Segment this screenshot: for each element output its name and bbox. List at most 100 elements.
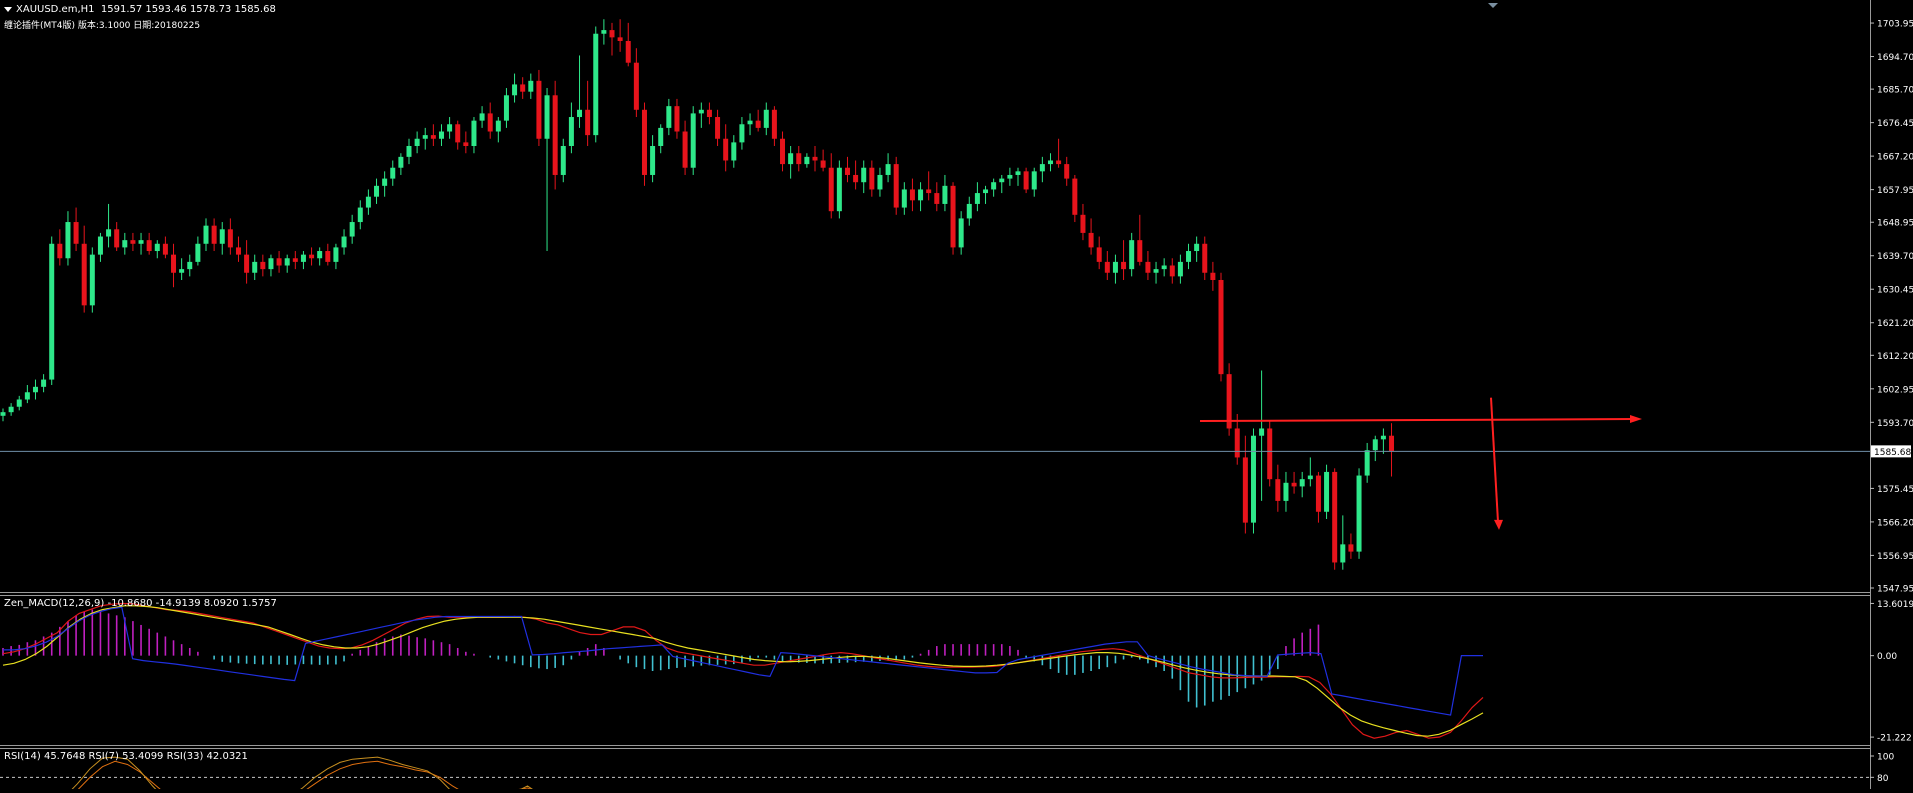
candle-body: [666, 106, 672, 128]
resistance-line[interactable]: [1199, 418, 1636, 423]
candle-body: [97, 236, 103, 255]
candle-body: [268, 258, 274, 270]
price-axis-tick-label: 1703.95: [1877, 20, 1913, 30]
candle-body: [853, 174, 859, 183]
candle-body: [374, 185, 380, 197]
candle-body: [731, 142, 737, 161]
candle-body: [650, 145, 656, 175]
candle-body: [89, 254, 95, 306]
candle-body: [1129, 240, 1135, 270]
candle-body: [162, 243, 168, 255]
candle-body: [1299, 479, 1305, 487]
candle-body: [1259, 428, 1265, 436]
candle-body: [333, 247, 339, 262]
candle-body: [544, 95, 550, 139]
candle-body: [926, 189, 932, 194]
candle-body: [1112, 261, 1118, 273]
candle-body: [1291, 482, 1297, 487]
candle-body: [0, 412, 6, 416]
candle-body: [1372, 439, 1378, 451]
price-axis-tick-label: 1575.45: [1877, 485, 1913, 495]
candle-body: [983, 189, 989, 194]
candle-body: [1332, 471, 1338, 563]
candle-body: [934, 193, 940, 204]
candle-body: [16, 399, 22, 407]
candle-body: [41, 379, 47, 387]
candle-body: [65, 222, 71, 259]
candle-body: [877, 174, 883, 190]
candle-body: [763, 109, 769, 128]
candle-body: [780, 138, 786, 165]
price-axis-tick-label: 1657.95: [1877, 186, 1913, 196]
candle-body: [893, 164, 899, 208]
price-axis-tick-label: 1676.45: [1877, 119, 1913, 129]
candle-body: [528, 80, 534, 92]
candle-body: [901, 189, 907, 208]
candle-body: [1364, 450, 1370, 476]
candle-body: [1234, 428, 1240, 458]
candle-body: [1064, 164, 1070, 179]
candle-body: [788, 153, 794, 165]
candle-body: [520, 84, 526, 92]
candle-body: [1056, 160, 1062, 165]
down-arrow-line[interactable]: [1490, 397, 1499, 522]
candle-body: [617, 37, 623, 41]
candle-body: [1307, 475, 1313, 480]
candle-body: [812, 156, 818, 161]
candle-body: [260, 261, 266, 270]
price-axis-tick-label: 1648.95: [1877, 219, 1913, 229]
candle-body: [138, 240, 144, 244]
candle-body: [974, 193, 980, 204]
candle-body: [349, 222, 355, 237]
candle-body: [1315, 475, 1321, 512]
candle-body: [1047, 160, 1053, 165]
candle-body: [106, 229, 112, 237]
candle-body: [1039, 164, 1045, 172]
candle-body: [1275, 479, 1281, 501]
candle-body: [471, 120, 477, 146]
candle-body: [1202, 243, 1208, 273]
price-axis-tick-label: 1667.20: [1877, 153, 1913, 163]
candle-body: [276, 258, 282, 266]
candle-body: [674, 106, 680, 132]
macd-axis-tick-label: -21.222: [1877, 734, 1912, 744]
rsi-indicator-title: RSI(14) 45.7648 RSI(7) 53.4099 RSI(33) 4…: [4, 751, 248, 762]
candle-body: [1210, 272, 1216, 280]
candle-body: [1096, 247, 1102, 262]
candle-body: [49, 243, 55, 380]
candle-body: [1007, 174, 1013, 179]
candle-body: [1356, 475, 1362, 552]
candle-body: [414, 138, 420, 146]
candle-body: [609, 30, 615, 38]
macd-indicator-title: Zen_MACD(12,26,9) -10.8680 -14.9139 8.09…: [4, 598, 277, 609]
candle-body: [479, 113, 485, 121]
shift-marker-icon[interactable]: [1488, 3, 1498, 8]
candle-body: [690, 113, 696, 168]
price-axis-tick-label: 1612.20: [1877, 352, 1913, 362]
candle-body: [1072, 178, 1078, 215]
candle-body: [503, 95, 509, 121]
candle-body: [24, 392, 30, 400]
candle-body: [1340, 544, 1346, 563]
candle-body: [447, 124, 453, 132]
candle-body: [593, 33, 599, 136]
chart-header: XAUUSD.em,H1 1591.57 1593.46 1578.73 158…: [4, 4, 276, 15]
candle-body: [32, 386, 38, 393]
candle-body: [885, 164, 891, 175]
candle-body: [1283, 482, 1289, 501]
collapse-triangle-icon[interactable]: [4, 6, 12, 12]
candle-body: [398, 156, 404, 168]
candle-body: [909, 189, 915, 201]
candle-body: [1088, 232, 1094, 248]
candle-body: [512, 84, 518, 96]
candle-body: [406, 145, 412, 157]
candle-body: [1104, 261, 1110, 273]
ohlc-readout: 1591.57 1593.46 1578.73 1585.68: [100, 4, 276, 15]
price-axis-tick-label: 1547.95: [1877, 585, 1913, 595]
candle-body: [1348, 544, 1354, 552]
chart-canvas[interactable]: 1703.95 1694.70 1685.70 1676.45 1667.20 1657.…: [0, 0, 1913, 793]
candle-body: [698, 109, 704, 114]
candle-body: [577, 109, 583, 118]
candle-body: [804, 156, 810, 165]
candle-body: [219, 229, 225, 244]
